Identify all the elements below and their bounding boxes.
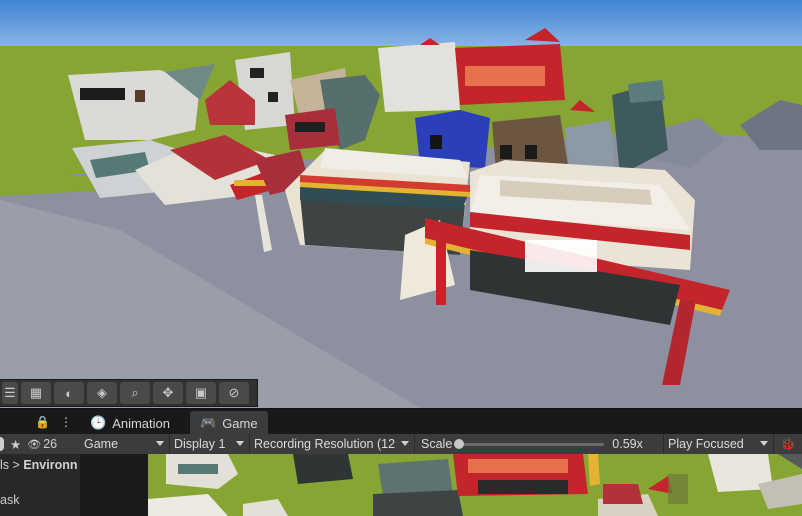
visible-count: 26 bbox=[43, 437, 58, 451]
visibility-toggle[interactable]: 👁 26 bbox=[27, 437, 57, 451]
breadcrumb-separator: > bbox=[12, 458, 20, 472]
chevron-down-icon bbox=[760, 441, 768, 446]
play-mode-value: Play Focused bbox=[668, 437, 744, 451]
star-icon[interactable]: ★ bbox=[10, 437, 21, 452]
move-tool-icon[interactable]: ✥ bbox=[153, 382, 183, 404]
gamepad-icon: 🎮 bbox=[200, 415, 217, 430]
more-options-icon[interactable]: ⋮ bbox=[60, 415, 72, 429]
breadcrumb-parent: ls bbox=[0, 458, 10, 472]
chevron-down-icon bbox=[156, 441, 164, 446]
chevron-down-icon bbox=[401, 441, 409, 446]
scale-label: Scale bbox=[421, 437, 453, 451]
scene-list-icon[interactable]: ☰ bbox=[2, 382, 18, 404]
scene-view[interactable] bbox=[0, 0, 802, 408]
view-type-select[interactable]: Game bbox=[80, 434, 170, 454]
play-mode-select[interactable]: Play Focused bbox=[664, 434, 774, 454]
eye-icon: 👁 bbox=[27, 438, 42, 451]
game-view-toolbar: Game Display 1 Recording Resolution (12 … bbox=[80, 434, 802, 454]
hierarchy-item[interactable]: ask bbox=[0, 493, 19, 507]
resolution-select[interactable]: Recording Resolution (12 bbox=[250, 434, 415, 454]
scale-control: Scale 0.59x bbox=[415, 434, 664, 454]
layers-icon[interactable]: ◈ bbox=[87, 382, 117, 404]
hierarchy-panel: ls > Environn ask bbox=[0, 454, 81, 516]
tab-label: Game bbox=[222, 415, 258, 431]
grid-icon[interactable]: ▦ bbox=[21, 382, 51, 404]
scene-render bbox=[0, 0, 802, 408]
game-render bbox=[148, 454, 802, 516]
panel-divider bbox=[81, 454, 148, 516]
scene-visibility-icon[interactable] bbox=[0, 437, 4, 451]
clock-icon: 🕒 bbox=[90, 415, 107, 430]
camera-icon[interactable]: ▣ bbox=[186, 382, 216, 404]
scale-slider-handle[interactable] bbox=[454, 438, 465, 449]
game-view[interactable] bbox=[148, 454, 802, 516]
scale-slider[interactable] bbox=[454, 438, 605, 449]
scene-view-toolbar: ☰ ▦ ◐ ◈ ⌕ ✥ ▣ ⊘ bbox=[0, 379, 258, 407]
view-type-value: Game bbox=[84, 437, 119, 451]
tab-animation[interactable]: 🕒 Animation bbox=[80, 411, 180, 435]
bug-glyph: 🐞 bbox=[780, 437, 796, 451]
editor-tab-strip: 🔒 ⋮ 🕒 Animation 🎮 Game bbox=[0, 408, 802, 435]
gizmo-icon[interactable]: ⊘ bbox=[219, 382, 249, 404]
scale-value: 0.59x bbox=[612, 437, 643, 451]
lock-icon[interactable]: 🔒 bbox=[35, 415, 50, 429]
resolution-value: Recording Resolution (12 bbox=[254, 437, 396, 451]
display-value: Display 1 bbox=[174, 437, 226, 451]
chevron-down-icon bbox=[236, 441, 244, 446]
tab-label: Animation bbox=[112, 415, 170, 431]
tab-game[interactable]: 🎮 Game bbox=[190, 411, 268, 435]
hierarchy-tab-tools: 🔒 ⋮ bbox=[0, 409, 80, 435]
display-select[interactable]: Display 1 bbox=[170, 434, 250, 454]
breadcrumb-current: Environn bbox=[23, 458, 78, 472]
search-icon[interactable]: ⌕ bbox=[120, 382, 150, 404]
breadcrumb[interactable]: ls > Environn bbox=[0, 458, 77, 472]
bug-icon[interactable]: 🐞 bbox=[774, 434, 802, 454]
hierarchy-toolbar: ★ 👁 26 bbox=[0, 434, 80, 454]
lighting-icon[interactable]: ◐ bbox=[54, 382, 84, 404]
